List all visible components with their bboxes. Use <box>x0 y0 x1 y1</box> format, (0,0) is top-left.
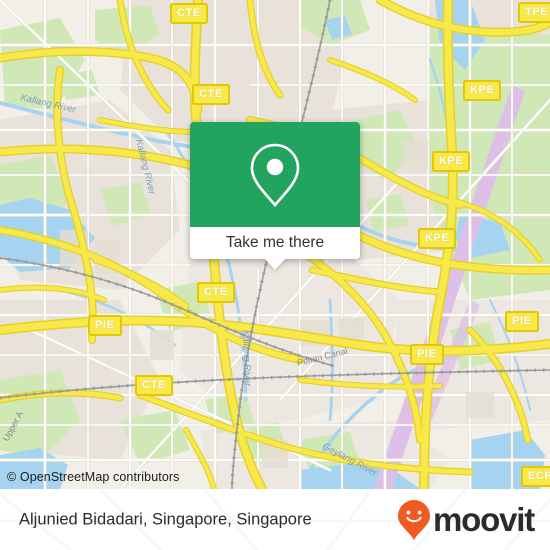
map-pin-icon <box>250 143 300 207</box>
popup-tail <box>264 258 286 270</box>
moovit-smiley-pin-icon <box>398 499 431 540</box>
road-shield-cte: CTE <box>197 282 235 303</box>
road-shield-pie: PIE <box>505 311 539 332</box>
road-shield-pie: PIE <box>88 315 122 336</box>
location-title: Aljunied Bidadari, Singapore, Singapore <box>19 510 312 528</box>
map-page: .land { fill:#f2efe9; } .resid { fill:#e… <box>0 0 550 550</box>
svg-text:Kallang River: Kallang River <box>240 330 253 388</box>
road-shield-kpe: KPE <box>432 151 471 172</box>
road-shield-kpe: KPE <box>463 80 502 101</box>
footer-bar: Aljunied Bidadari, Singapore, Singapore … <box>0 489 550 550</box>
popup-pin-area <box>190 122 360 227</box>
take-me-there-popup[interactable]: Take me there <box>190 122 360 270</box>
road-shield-kpe: KPE <box>418 228 457 249</box>
road-shield-tpe: TPE <box>518 2 550 23</box>
take-me-there-label[interactable]: Take me there <box>190 227 360 259</box>
map-canvas[interactable]: .land { fill:#f2efe9; } .resid { fill:#e… <box>0 0 550 489</box>
moovit-wordmark: moovit <box>433 501 535 538</box>
road-shield-cte: CTE <box>135 375 173 396</box>
moovit-logo[interactable]: moovit <box>397 499 535 541</box>
osm-attribution[interactable]: © OpenStreetMap contributors <box>7 470 180 484</box>
road-shield-ecp: ECP <box>521 466 550 487</box>
road-shield-pie: PIE <box>410 344 444 365</box>
road-shield-cte: CTE <box>170 3 208 24</box>
road-shield-cte: CTE <box>192 84 230 105</box>
